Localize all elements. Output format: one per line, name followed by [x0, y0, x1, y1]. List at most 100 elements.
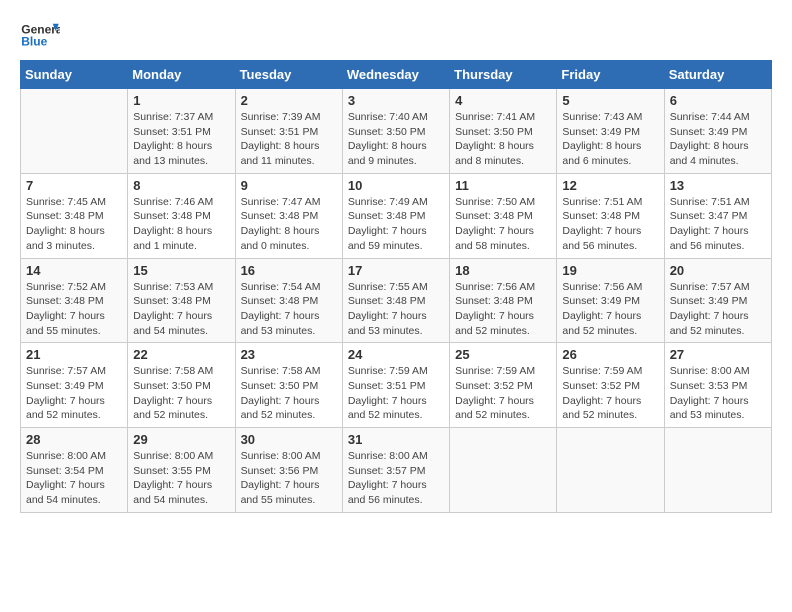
- day-info: Sunrise: 7:59 AMSunset: 3:52 PMDaylight:…: [562, 364, 658, 423]
- day-info: Sunrise: 7:53 AMSunset: 3:48 PMDaylight:…: [133, 280, 229, 339]
- day-number: 20: [670, 263, 766, 278]
- day-info: Sunrise: 7:57 AMSunset: 3:49 PMDaylight:…: [670, 280, 766, 339]
- day-info: Sunrise: 7:39 AMSunset: 3:51 PMDaylight:…: [241, 110, 337, 169]
- day-info: Sunrise: 7:56 AMSunset: 3:49 PMDaylight:…: [562, 280, 658, 339]
- day-info: Sunrise: 7:58 AMSunset: 3:50 PMDaylight:…: [241, 364, 337, 423]
- day-info: Sunrise: 7:51 AMSunset: 3:48 PMDaylight:…: [562, 195, 658, 254]
- day-cell: 20 Sunrise: 7:57 AMSunset: 3:49 PMDayligh…: [664, 258, 771, 343]
- day-number: 31: [348, 432, 444, 447]
- day-info: Sunrise: 7:41 AMSunset: 3:50 PMDaylight:…: [455, 110, 551, 169]
- day-number: 14: [26, 263, 122, 278]
- day-cell: 1 Sunrise: 7:37 AMSunset: 3:51 PMDaylight…: [128, 89, 235, 174]
- day-cell: 7 Sunrise: 7:45 AMSunset: 3:48 PMDaylight…: [21, 173, 128, 258]
- day-number: 13: [670, 178, 766, 193]
- day-cell: 10 Sunrise: 7:49 AMSunset: 3:48 PMDayligh…: [342, 173, 449, 258]
- day-cell: 25Sunrise: 7:59 AMSunset: 3:52 PMDayligh…: [450, 343, 557, 428]
- day-cell: 12Sunrise: 7:51 AMSunset: 3:48 PMDayligh…: [557, 173, 664, 258]
- day-info: Sunrise: 7:43 AMSunset: 3:49 PMDaylight:…: [562, 110, 658, 169]
- day-cell: 19 Sunrise: 7:56 AMSunset: 3:49 PMDayligh…: [557, 258, 664, 343]
- day-info: Sunrise: 7:44 AMSunset: 3:49 PMDaylight:…: [670, 110, 766, 169]
- day-number: 6: [670, 93, 766, 108]
- day-info: Sunrise: 7:50 AMSunset: 3:48 PMDaylight:…: [455, 195, 551, 254]
- day-number: 17: [348, 263, 444, 278]
- day-info: Sunrise: 7:54 AMSunset: 3:48 PMDaylight:…: [241, 280, 337, 339]
- day-cell: 4 Sunrise: 7:41 AMSunset: 3:50 PMDaylight…: [450, 89, 557, 174]
- day-number: 15: [133, 263, 229, 278]
- week-row-2: 7 Sunrise: 7:45 AMSunset: 3:48 PMDaylight…: [21, 173, 772, 258]
- day-number: 28: [26, 432, 122, 447]
- day-number: 10: [348, 178, 444, 193]
- column-header-monday: Monday: [128, 61, 235, 89]
- day-cell: 8 Sunrise: 7:46 AMSunset: 3:48 PMDaylight…: [128, 173, 235, 258]
- day-number: 1: [133, 93, 229, 108]
- day-info: Sunrise: 7:59 AMSunset: 3:52 PMDaylight:…: [455, 364, 551, 423]
- day-cell: 16 Sunrise: 7:54 AMSunset: 3:48 PMDayligh…: [235, 258, 342, 343]
- day-number: 8: [133, 178, 229, 193]
- week-row-3: 14 Sunrise: 7:52 AMSunset: 3:48 PMDayligh…: [21, 258, 772, 343]
- day-number: 18: [455, 263, 551, 278]
- column-header-sunday: Sunday: [21, 61, 128, 89]
- day-info: Sunrise: 7:47 AMSunset: 3:48 PMDaylight:…: [241, 195, 337, 254]
- day-number: 21: [26, 347, 122, 362]
- column-header-saturday: Saturday: [664, 61, 771, 89]
- day-cell: 9 Sunrise: 7:47 AMSunset: 3:48 PMDaylight…: [235, 173, 342, 258]
- day-info: Sunrise: 7:52 AMSunset: 3:48 PMDaylight:…: [26, 280, 122, 339]
- svg-text:Blue: Blue: [21, 35, 47, 49]
- logo: General Blue: [20, 20, 64, 50]
- header-row: SundayMondayTuesdayWednesdayThursdayFrid…: [21, 61, 772, 89]
- day-cell: 13 Sunrise: 7:51 AMSunset: 3:47 PMDayligh…: [664, 173, 771, 258]
- page-header: General Blue: [20, 20, 772, 50]
- day-info: Sunrise: 7:56 AMSunset: 3:48 PMDaylight:…: [455, 280, 551, 339]
- day-info: Sunrise: 7:49 AMSunset: 3:48 PMDaylight:…: [348, 195, 444, 254]
- column-header-thursday: Thursday: [450, 61, 557, 89]
- day-info: Sunrise: 7:37 AMSunset: 3:51 PMDaylight:…: [133, 110, 229, 169]
- day-info: Sunrise: 8:00 AMSunset: 3:55 PMDaylight:…: [133, 449, 229, 508]
- day-info: Sunrise: 7:40 AMSunset: 3:50 PMDaylight:…: [348, 110, 444, 169]
- day-info: Sunrise: 8:00 AMSunset: 3:53 PMDaylight:…: [670, 364, 766, 423]
- day-cell: 14 Sunrise: 7:52 AMSunset: 3:48 PMDayligh…: [21, 258, 128, 343]
- day-cell: 3 Sunrise: 7:40 AMSunset: 3:50 PMDaylight…: [342, 89, 449, 174]
- week-row-1: 1 Sunrise: 7:37 AMSunset: 3:51 PMDaylight…: [21, 89, 772, 174]
- day-number: 29: [133, 432, 229, 447]
- day-cell: [21, 89, 128, 174]
- day-cell: 21Sunrise: 7:57 AMSunset: 3:49 PMDayligh…: [21, 343, 128, 428]
- day-cell: 29 Sunrise: 8:00 AMSunset: 3:55 PMDayligh…: [128, 428, 235, 513]
- day-number: 24: [348, 347, 444, 362]
- calendar-table: SundayMondayTuesdayWednesdayThursdayFrid…: [20, 60, 772, 513]
- day-number: 19: [562, 263, 658, 278]
- day-number: 23: [241, 347, 337, 362]
- column-header-tuesday: Tuesday: [235, 61, 342, 89]
- day-cell: 2 Sunrise: 7:39 AMSunset: 3:51 PMDaylight…: [235, 89, 342, 174]
- day-number: 30: [241, 432, 337, 447]
- day-cell: [557, 428, 664, 513]
- day-info: Sunrise: 7:46 AMSunset: 3:48 PMDaylight:…: [133, 195, 229, 254]
- day-cell: [450, 428, 557, 513]
- week-row-4: 21Sunrise: 7:57 AMSunset: 3:49 PMDayligh…: [21, 343, 772, 428]
- day-info: Sunrise: 8:00 AMSunset: 3:54 PMDaylight:…: [26, 449, 122, 508]
- day-info: Sunrise: 7:58 AMSunset: 3:50 PMDaylight:…: [133, 364, 229, 423]
- day-info: Sunrise: 7:45 AMSunset: 3:48 PMDaylight:…: [26, 195, 122, 254]
- day-number: 4: [455, 93, 551, 108]
- day-number: 7: [26, 178, 122, 193]
- day-cell: 24Sunrise: 7:59 AMSunset: 3:51 PMDayligh…: [342, 343, 449, 428]
- day-number: 9: [241, 178, 337, 193]
- day-number: 22: [133, 347, 229, 362]
- day-cell: 18 Sunrise: 7:56 AMSunset: 3:48 PMDayligh…: [450, 258, 557, 343]
- day-number: 11: [455, 178, 551, 193]
- day-info: Sunrise: 7:51 AMSunset: 3:47 PMDaylight:…: [670, 195, 766, 254]
- day-number: 2: [241, 93, 337, 108]
- day-number: 3: [348, 93, 444, 108]
- day-cell: 28 Sunrise: 8:00 AMSunset: 3:54 PMDayligh…: [21, 428, 128, 513]
- day-cell: [664, 428, 771, 513]
- day-cell: 11 Sunrise: 7:50 AMSunset: 3:48 PMDayligh…: [450, 173, 557, 258]
- day-cell: 30 Sunrise: 8:00 AMSunset: 3:56 PMDayligh…: [235, 428, 342, 513]
- day-number: 26: [562, 347, 658, 362]
- day-cell: 15 Sunrise: 7:53 AMSunset: 3:48 PMDayligh…: [128, 258, 235, 343]
- column-header-wednesday: Wednesday: [342, 61, 449, 89]
- week-row-5: 28 Sunrise: 8:00 AMSunset: 3:54 PMDayligh…: [21, 428, 772, 513]
- day-number: 5: [562, 93, 658, 108]
- day-cell: 6 Sunrise: 7:44 AMSunset: 3:49 PMDaylight…: [664, 89, 771, 174]
- logo-icon: General Blue: [20, 20, 60, 50]
- day-info: Sunrise: 8:00 AMSunset: 3:56 PMDaylight:…: [241, 449, 337, 508]
- day-number: 16: [241, 263, 337, 278]
